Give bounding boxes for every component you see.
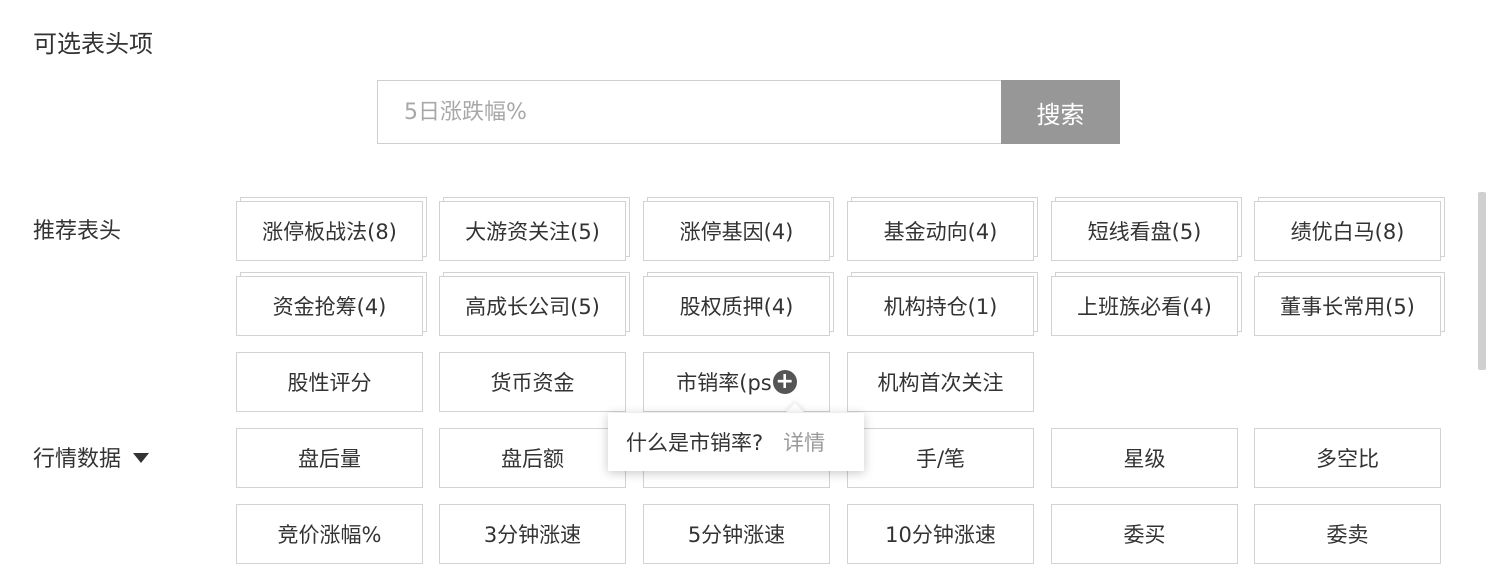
header-option-tag[interactable]: 委买	[1051, 504, 1238, 564]
header-preset-tag[interactable]: 基金动向(4)	[847, 201, 1034, 261]
header-preset-tag[interactable]: 短线看盘(5)	[1051, 201, 1238, 261]
header-preset-tag[interactable]: 涨停基因(4)	[643, 201, 830, 261]
scrollbar[interactable]	[1478, 192, 1486, 370]
header-option-tag[interactable]: 5分钟涨速	[643, 504, 830, 564]
header-option-tag[interactable]: 机构首次关注	[847, 352, 1034, 412]
section-label-market[interactable]: 行情数据	[33, 445, 150, 475]
header-option-tag[interactable]: 委卖	[1254, 504, 1441, 564]
header-option-tag[interactable]: 盘后量	[236, 428, 423, 488]
tooltip-text: 什么是市销率?	[626, 431, 764, 455]
tag-label: 市销率(ps	[676, 371, 772, 395]
header-preset-tag[interactable]: 上班族必看(4)	[1051, 276, 1238, 336]
header-preset-tag[interactable]: 高成长公司(5)	[439, 276, 626, 336]
tooltip-detail-link[interactable]: 详情	[783, 427, 825, 457]
header-preset-tag[interactable]: 大游资关注(5)	[439, 201, 626, 261]
header-option-tag[interactable]: 3分钟涨速	[439, 504, 626, 564]
header-option-tag[interactable]: 货币资金	[439, 352, 626, 412]
header-option-tag-ps[interactable]: 市销率(ps +	[643, 352, 830, 412]
header-option-tag[interactable]: 10分钟涨速	[847, 504, 1034, 564]
header-option-tag[interactable]: 盘后额	[439, 428, 626, 488]
caret-down-icon	[133, 453, 150, 463]
header-preset-tag[interactable]: 董事长常用(5)	[1254, 276, 1441, 336]
header-preset-tag[interactable]: 绩优白马(8)	[1254, 201, 1441, 261]
search-button[interactable]: 搜索	[1001, 80, 1120, 144]
header-preset-tag[interactable]: 机构持仓(1)	[847, 276, 1034, 336]
header-option-tag[interactable]: 手/笔	[847, 428, 1034, 488]
header-option-tag[interactable]: 星级	[1051, 428, 1238, 488]
header-option-tag[interactable]: 多空比	[1254, 428, 1441, 488]
tooltip: 什么是市销率? 详情	[608, 413, 864, 471]
header-option-tag[interactable]: 竞价涨幅%	[236, 504, 423, 564]
add-icon[interactable]: +	[772, 370, 797, 394]
search-input[interactable]	[377, 80, 1001, 144]
section-label-text: 行情数据	[33, 447, 122, 472]
header-preset-tag[interactable]: 股权质押(4)	[643, 276, 830, 336]
section-label-recommended: 推荐表头	[33, 219, 122, 244]
header-preset-tag[interactable]: 涨停板战法(8)	[236, 201, 423, 261]
panel-title: 可选表头项	[33, 30, 153, 58]
header-option-tag[interactable]: 股性评分	[236, 352, 423, 412]
header-preset-tag[interactable]: 资金抢筹(4)	[236, 276, 423, 336]
